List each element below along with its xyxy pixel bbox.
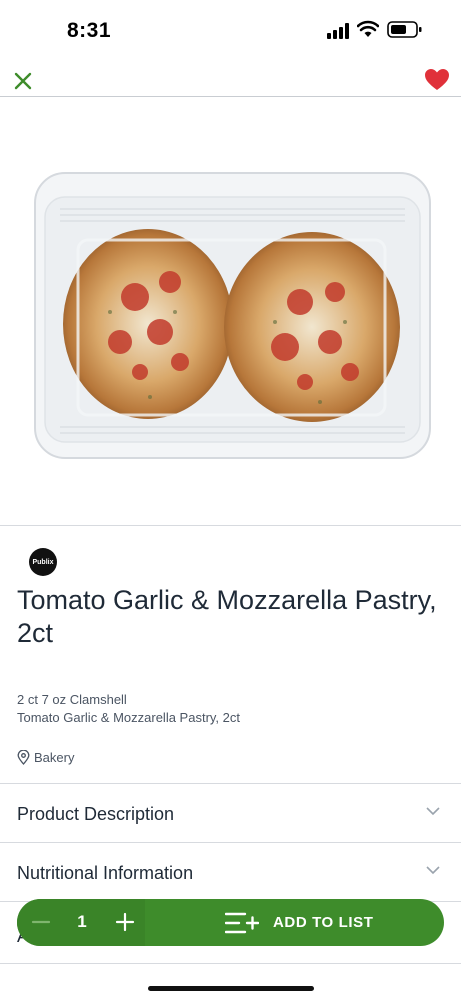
minus-icon[interactable] (28, 909, 54, 935)
heart-icon[interactable] (424, 68, 450, 92)
add-to-list-label: ADD TO LIST (273, 914, 374, 931)
product-image (0, 97, 461, 525)
department: Bakery (17, 750, 74, 765)
location-pin-icon (17, 750, 30, 765)
battery-icon (387, 21, 422, 38)
wifi-icon (357, 20, 379, 37)
quantity-stepper: 1 (17, 899, 145, 946)
signal-icon (327, 23, 349, 39)
product-title: Tomato Garlic & Mozzarella Pastry, 2ct (17, 585, 437, 648)
plus-icon[interactable] (112, 909, 138, 935)
home-indicator[interactable] (148, 986, 314, 991)
product-subtitle: Tomato Garlic & Mozzarella Pastry, 2ct (17, 710, 240, 725)
product-description-section[interactable]: Product Description (0, 783, 461, 843)
status-bar: 8:31 (0, 0, 461, 62)
divider (0, 963, 461, 964)
close-icon[interactable] (12, 70, 34, 92)
chevron-down-icon (426, 866, 440, 875)
quantity-value: 1 (77, 912, 87, 931)
add-to-list-icon (225, 912, 259, 934)
chevron-down-icon (426, 807, 440, 816)
header-bar (0, 62, 461, 97)
department-label: Bakery (34, 750, 75, 765)
pastry-photo (0, 97, 461, 525)
brand-logo: Publix (29, 548, 57, 576)
nutritional-information-section[interactable]: Nutritional Information (0, 842, 461, 902)
section-label: Product Description (17, 804, 175, 824)
status-time: 8:31 (67, 19, 112, 42)
section-label: Nutritional Information (17, 863, 194, 883)
product-size: 2 ct 7 oz Clamshell (17, 692, 127, 707)
add-to-list-button[interactable]: ADD TO LIST (217, 899, 444, 946)
divider (0, 525, 461, 526)
cart-action-bar: 1 ADD TO LIST (17, 899, 444, 946)
